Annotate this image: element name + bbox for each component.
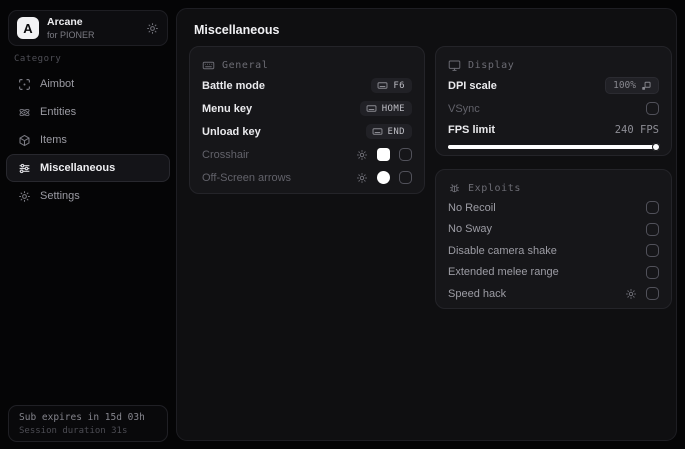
gear-icon[interactable]	[356, 172, 368, 184]
sidebar-item-items[interactable]: Items	[6, 126, 170, 154]
setting-label: Extended melee range	[448, 266, 559, 279]
setting-row-fps-limit: FPS limit 240 FPS	[448, 120, 659, 140]
sidebar-item-label: Aimbot	[40, 78, 75, 90]
category-label: Category	[14, 54, 62, 64]
display-card-header: Display	[448, 56, 659, 74]
setting-row-extended-melee-range: Extended melee range	[448, 262, 659, 284]
battle-mode-keybind-button[interactable]: F6	[371, 78, 412, 93]
bug-icon	[448, 182, 461, 195]
setting-label: Unload key	[202, 125, 261, 138]
setting-row-speed-hack: Speed hack	[448, 283, 659, 305]
speed-hack-checkbox[interactable]	[646, 287, 659, 301]
app-logo: A	[17, 17, 39, 39]
scan-icon	[17, 78, 31, 91]
main-panel: Miscellaneous General Battle mode F6 Men…	[176, 8, 677, 441]
brand-text: Arcane for PIONER	[47, 16, 146, 40]
sidebar-item-aimbot[interactable]: Aimbot	[6, 70, 170, 98]
sidebar: A Arcane for PIONER Category Aimbot Enti…	[0, 0, 176, 449]
setting-label: Speed hack	[448, 287, 507, 300]
gear-icon[interactable]	[356, 149, 368, 161]
app-title: Arcane	[47, 15, 83, 28]
setting-row-disable-camera-shake: Disable camera shake	[448, 240, 659, 262]
setting-row-battle-mode: Battle mode F6	[202, 74, 412, 97]
no-sway-checkbox[interactable]	[646, 222, 659, 236]
vsync-checkbox[interactable]	[646, 102, 659, 115]
fps-limit-slider[interactable]	[448, 143, 660, 151]
setting-label: Menu key	[202, 102, 253, 115]
sidebar-item-entities[interactable]: Entities	[6, 98, 170, 126]
slider-knob[interactable]	[652, 143, 660, 151]
offscreen-arrows-color-swatch[interactable]	[377, 171, 390, 184]
fps-limit-value: 240 FPS	[614, 124, 659, 136]
setting-row-unload-key: Unload key END	[202, 120, 412, 143]
page-title: Miscellaneous	[194, 23, 280, 37]
app-window: A Arcane for PIONER Category Aimbot Enti…	[0, 0, 685, 449]
dpi-scale-value: 100%	[613, 80, 636, 91]
setting-row-crosshair: Crosshair	[202, 143, 412, 166]
scale-icon	[641, 81, 651, 91]
keybind-value: F6	[393, 80, 405, 91]
keybind-value: HOME	[381, 103, 405, 114]
gear-icon	[17, 190, 31, 203]
sub-expiry-text: Sub expires in 15d 03h	[19, 412, 145, 423]
setting-row-no-sway: No Sway	[448, 219, 659, 241]
menu-key-keybind-button[interactable]: HOME	[359, 101, 412, 116]
sliders-icon	[17, 162, 31, 175]
brand-card: A Arcane for PIONER	[8, 10, 168, 46]
atom-icon	[17, 106, 31, 119]
exploits-card-header: Exploits	[448, 179, 659, 197]
exploits-card-title: Exploits	[468, 182, 521, 194]
sidebar-item-label: Miscellaneous	[40, 162, 116, 174]
sidebar-item-label: Entities	[40, 106, 77, 118]
dpi-scale-button[interactable]: 100%	[605, 77, 659, 94]
keyboard-icon	[366, 103, 377, 114]
general-card-title: General	[222, 59, 269, 71]
setting-row-vsync: VSync	[448, 97, 659, 120]
keyboard-icon	[372, 126, 383, 137]
setting-label: DPI scale	[448, 79, 497, 92]
setting-label: Disable camera shake	[448, 244, 557, 257]
monitor-icon	[448, 59, 461, 72]
sidebar-item-settings[interactable]: Settings	[6, 182, 170, 210]
crosshair-color-swatch[interactable]	[377, 148, 390, 161]
display-card: Display DPI scale 100% VSync FPS limit 2…	[435, 46, 672, 156]
gear-icon[interactable]	[625, 288, 637, 300]
offscreen-arrows-checkbox[interactable]	[399, 171, 412, 184]
setting-row-no-recoil: No Recoil	[448, 197, 659, 219]
setting-label: No Recoil	[448, 201, 496, 214]
general-card-header: General	[202, 56, 412, 74]
general-card: General Battle mode F6 Menu key HOME Unl…	[189, 46, 425, 194]
keyboard-icon	[202, 59, 215, 72]
no-recoil-checkbox[interactable]	[646, 201, 659, 215]
disable-camera-shake-checkbox[interactable]	[646, 244, 659, 258]
slider-fill	[448, 145, 659, 149]
subscription-info-card: Sub expires in 15d 03h Session duration …	[8, 405, 168, 442]
setting-label: Crosshair	[202, 148, 250, 161]
setting-label: Off-Screen arrows	[202, 171, 292, 184]
setting-row-menu-key: Menu key HOME	[202, 97, 412, 120]
box-icon	[17, 134, 31, 147]
sidebar-item-label: Settings	[40, 190, 80, 202]
sidebar-item-label: Items	[40, 134, 67, 146]
setting-label: No Sway	[448, 223, 493, 236]
session-duration-text: Session duration 31s	[19, 425, 128, 436]
unload-key-keybind-button[interactable]: END	[365, 124, 412, 139]
keyboard-icon	[377, 80, 388, 91]
setting-label: VSync	[448, 102, 480, 115]
exploits-card: Exploits No Recoil No Sway Disable camer…	[435, 169, 672, 309]
extended-melee-range-checkbox[interactable]	[646, 265, 659, 279]
crosshair-checkbox[interactable]	[399, 148, 412, 161]
gear-icon[interactable]	[146, 22, 159, 35]
setting-row-dpi-scale: DPI scale 100%	[448, 74, 659, 97]
setting-label: FPS limit	[448, 124, 496, 136]
display-card-title: Display	[468, 59, 515, 71]
app-subtitle: for PIONER	[47, 29, 95, 40]
keybind-value: END	[387, 126, 405, 137]
sidebar-item-miscellaneous[interactable]: Miscellaneous	[6, 154, 170, 182]
sidebar-nav: Aimbot Entities Items Miscellaneous Sett…	[6, 70, 170, 210]
setting-row-offscreen-arrows: Off-Screen arrows	[202, 166, 412, 189]
setting-label: Battle mode	[202, 79, 265, 92]
